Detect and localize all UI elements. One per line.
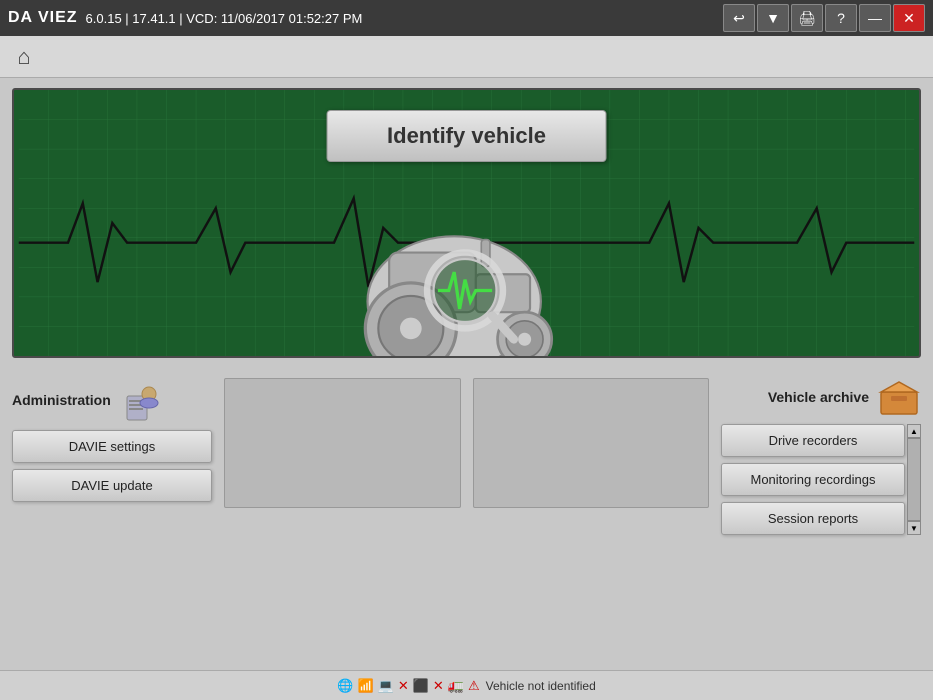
box-icon: ⬛ xyxy=(413,678,429,694)
close-button[interactable]: ✕ xyxy=(893,4,925,32)
title-bar-left: DA VIEZ 6.0.15 | 17.41.1 | VCD: 11/06/20… xyxy=(8,9,362,27)
identify-vehicle-button[interactable]: Identify vehicle xyxy=(326,110,607,162)
scroll-down-arrow[interactable]: ▼ xyxy=(907,521,921,535)
archive-with-scroll: Drive recorders Monitoring recordings Se… xyxy=(721,424,921,535)
title-bar-buttons: ↩ ▼ 🖨 ? — ✕ xyxy=(723,4,925,32)
archive-header: Vehicle archive xyxy=(721,378,921,416)
monitoring-recordings-button[interactable]: Monitoring recordings xyxy=(721,463,905,496)
davie-settings-button[interactable]: DAVIE settings xyxy=(12,430,212,463)
bottom-area: Administration DAVIE settings DAVIE upda… xyxy=(0,368,933,545)
warning-icon: ⚠ xyxy=(468,678,480,694)
placeholder-panels xyxy=(224,378,709,508)
drive-recorders-button[interactable]: Drive recorders xyxy=(721,424,905,457)
archive-scrollbar[interactable]: ▲ ▼ xyxy=(907,424,921,535)
help-button[interactable]: ? xyxy=(825,4,857,32)
session-reports-button[interactable]: Session reports xyxy=(721,502,905,535)
hero-panel: Identify vehicle xyxy=(12,88,921,358)
scroll-up-arrow[interactable]: ▲ xyxy=(907,424,921,438)
archive-buttons: Drive recorders Monitoring recordings Se… xyxy=(721,424,905,535)
dropdown-button[interactable]: ▼ xyxy=(757,4,789,32)
status-icons: 🌐 📶 💻 ✕ ⬛ ✕ 🚛 ⚠ xyxy=(337,678,479,694)
archive-title: Vehicle archive xyxy=(768,389,869,405)
back-button[interactable]: ↩ xyxy=(723,4,755,32)
admin-buttons: DAVIE settings DAVIE update xyxy=(12,430,212,502)
home-icon[interactable]: ⌂ xyxy=(10,43,38,71)
title-bar: DA VIEZ 6.0.15 | 17.41.1 | VCD: 11/06/20… xyxy=(0,0,933,36)
minimize-button[interactable]: — xyxy=(859,4,891,32)
admin-header: Administration xyxy=(12,378,212,422)
home-bar: ⌂ xyxy=(0,36,933,78)
admin-icon xyxy=(119,378,163,422)
status-bar: 🌐 📶 💻 ✕ ⬛ ✕ 🚛 ⚠ Vehicle not identified xyxy=(0,670,933,700)
status-message: Vehicle not identified xyxy=(486,679,596,693)
signal-icon: 📶 xyxy=(357,678,373,694)
error-x-icon-1: ✕ xyxy=(398,678,409,694)
version-info: 6.0.15 | 17.41.1 | VCD: 11/06/2017 01:52… xyxy=(86,11,363,26)
truck-icon: 🚛 xyxy=(448,678,464,694)
admin-title: Administration xyxy=(12,392,111,408)
computer-icon: 💻 xyxy=(378,678,394,694)
davie-update-button[interactable]: DAVIE update xyxy=(12,469,212,502)
admin-section: Administration DAVIE settings DAVIE upda… xyxy=(12,378,212,502)
globe-icon: 🌐 xyxy=(337,678,353,694)
error-x-icon-2: ✕ xyxy=(433,678,444,694)
archive-section: Vehicle archive Drive recorders Monitori… xyxy=(721,378,921,535)
placeholder-panel-1 xyxy=(224,378,461,508)
print-button[interactable]: 🖨 xyxy=(791,4,823,32)
archive-icon xyxy=(877,378,921,416)
placeholder-panel-2 xyxy=(473,378,710,508)
logo: DA VIEZ xyxy=(8,9,78,27)
